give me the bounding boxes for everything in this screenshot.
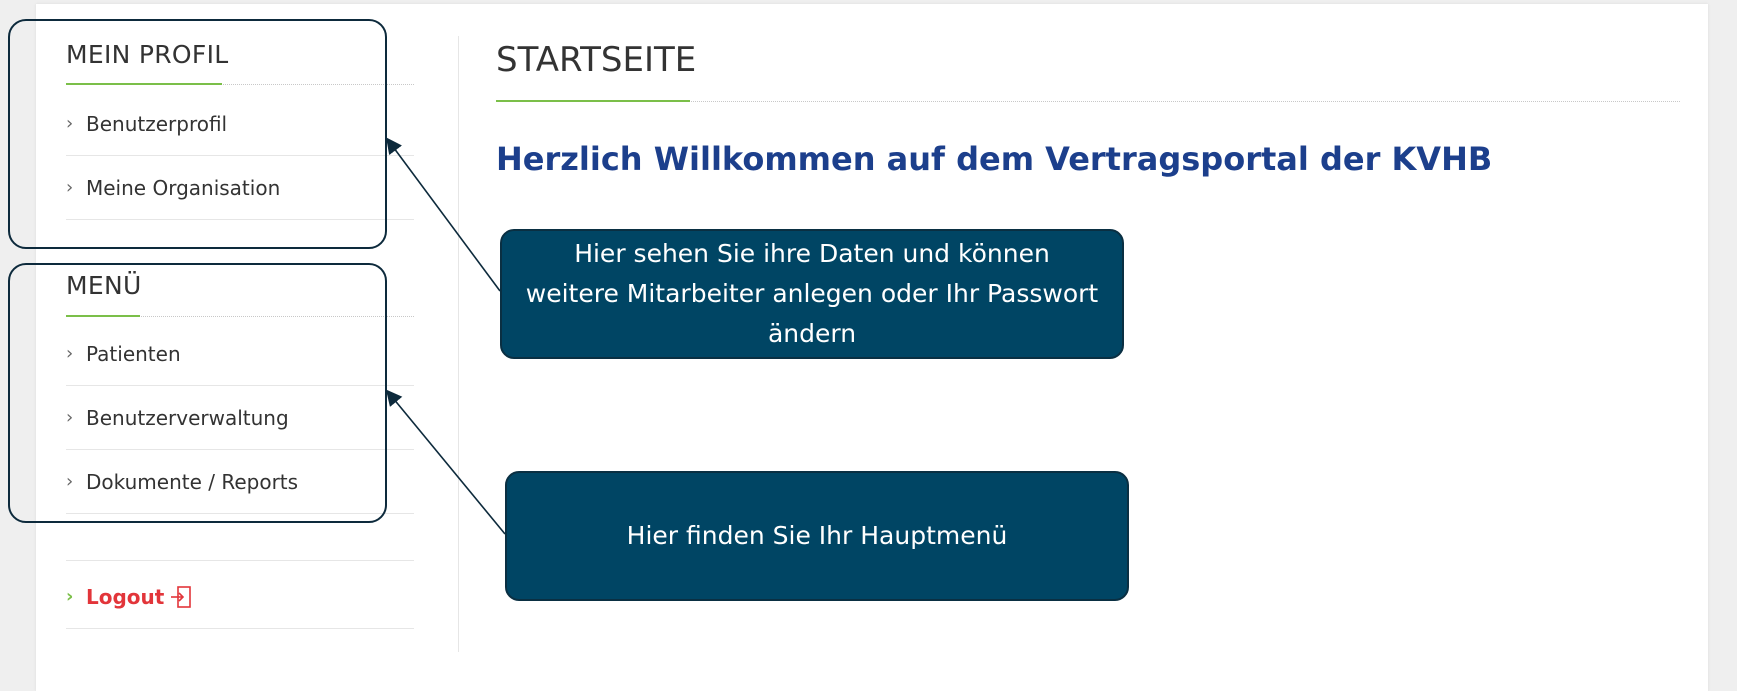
menu-hint-text: Hier finden Sie Ihr Hauptmenü bbox=[626, 521, 1008, 550]
profile-hint-text: Hier sehen Sie ihre Daten und können wei… bbox=[525, 239, 1099, 348]
arrow-to-menu bbox=[385, 389, 506, 535]
menu-hint-tooltip: Hier finden Sie Ihr Hauptmenü bbox=[505, 471, 1129, 601]
profile-hint-tooltip: Hier sehen Sie ihre Daten und können wei… bbox=[500, 229, 1124, 359]
arrow-to-profile bbox=[386, 137, 501, 292]
